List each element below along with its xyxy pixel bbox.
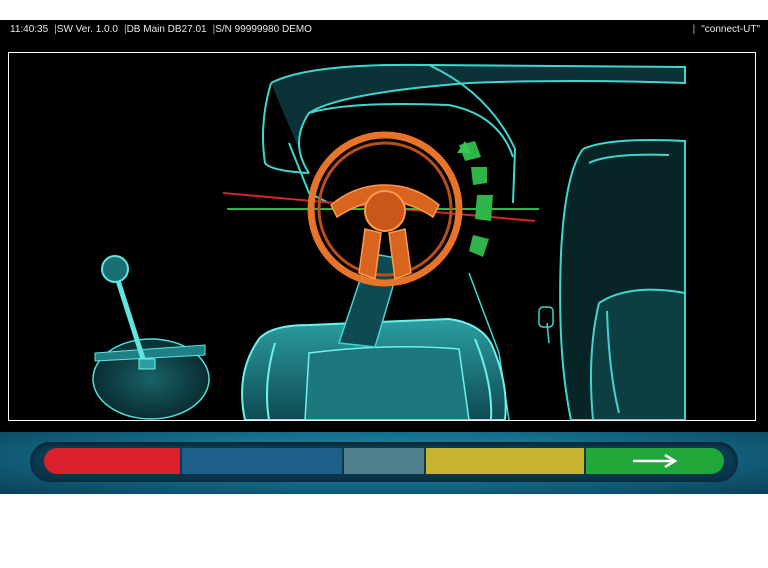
arrow-right-icon <box>633 454 678 468</box>
scene-viewport <box>8 52 756 421</box>
status-db-version: DB Main DB27.01 <box>126 24 207 35</box>
gear-lever <box>92 255 210 420</box>
app-window: 11:40:35 |SW Ver. 1.0.0 |DB Main DB27.01 |S… <box>0 20 768 494</box>
rotation-indicator <box>457 141 493 257</box>
status-info: 11:40:35 |SW Ver. 1.0.0 |DB Main DB27.01 |S… <box>10 20 312 40</box>
step-segment-yellow[interactable] <box>426 448 584 474</box>
step-segment-gray[interactable] <box>344 448 424 474</box>
step-segment-blue[interactable] <box>182 448 342 474</box>
next-button[interactable] <box>586 448 724 474</box>
status-separator: | <box>692 24 696 35</box>
status-time: 11:40:35 <box>10 24 49 35</box>
door-outline <box>559 139 686 420</box>
status-sw-version: SW Ver. 1.0.0 <box>56 24 118 35</box>
connection-label: "connect-UT" <box>701 24 760 35</box>
step-segment-red[interactable] <box>44 448 180 474</box>
vehicle-interior-scene <box>92 63 686 420</box>
status-bar: 11:40:35 |SW Ver. 1.0.0 |DB Main DB27.01 |S… <box>0 20 768 40</box>
status-connection: | "connect-UT" <box>687 20 760 40</box>
status-serial: S/N 99999980 DEMO <box>215 24 312 35</box>
